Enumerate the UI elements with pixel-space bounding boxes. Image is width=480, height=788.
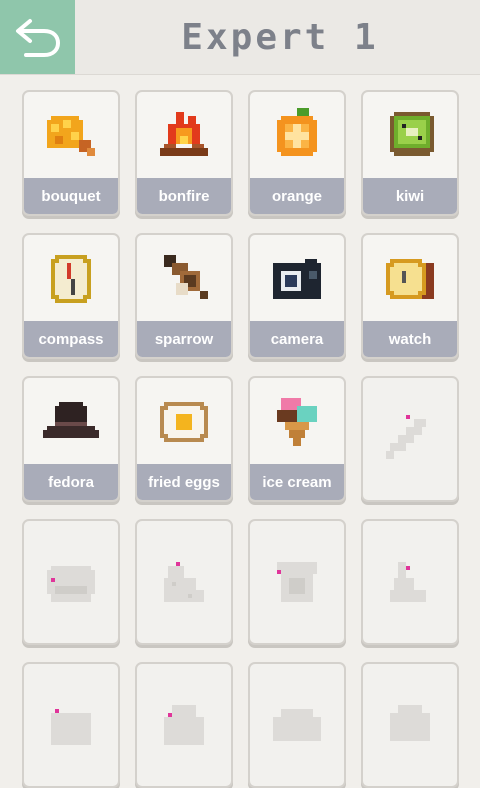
- puzzle-card-locked[interactable]: [361, 519, 459, 645]
- locked-item-icon: [363, 664, 457, 786]
- locked-item-icon: [250, 664, 344, 786]
- puzzle-card-orange[interactable]: orange: [248, 90, 346, 216]
- fried-eggs-icon: [137, 378, 231, 466]
- puzzle-card-ice-cream[interactable]: ice cream: [248, 376, 346, 502]
- sparrow-icon: [137, 235, 231, 323]
- puzzle-label: camera: [250, 321, 344, 357]
- locked-item-icon: [24, 664, 118, 786]
- puzzle-label: sparrow: [137, 321, 231, 357]
- puzzle-card-compass[interactable]: compass: [22, 233, 120, 359]
- puzzle-label: fried eggs: [137, 464, 231, 500]
- puzzle-label: watch: [363, 321, 457, 357]
- puzzle-label: bonfire: [137, 178, 231, 214]
- level-title: Expert 1: [181, 16, 379, 58]
- puzzle-card-locked[interactable]: [248, 662, 346, 788]
- watch-icon: [363, 235, 457, 323]
- puzzle-card-fedora[interactable]: fedora: [22, 376, 120, 502]
- puzzle-label: bouquet: [24, 178, 118, 214]
- locked-rabbit-icon: [363, 521, 457, 643]
- locked-feather-icon: [363, 378, 457, 500]
- puzzle-card-locked[interactable]: [361, 376, 459, 502]
- puzzle-card-locked[interactable]: [361, 662, 459, 788]
- puzzle-card-locked[interactable]: [135, 662, 233, 788]
- back-button[interactable]: [0, 0, 75, 74]
- back-arrow-icon: [15, 19, 60, 57]
- puzzle-card-sparrow[interactable]: sparrow: [135, 233, 233, 359]
- puzzle-card-locked[interactable]: [135, 519, 233, 645]
- locked-bread-icon: [24, 521, 118, 643]
- header-bar: Expert 1: [0, 0, 480, 75]
- orange-icon: [250, 92, 344, 180]
- puzzle-label: fedora: [24, 464, 118, 500]
- compass-icon: [24, 235, 118, 323]
- puzzle-card-watch[interactable]: watch: [361, 233, 459, 359]
- puzzle-card-kiwi[interactable]: kiwi: [361, 90, 459, 216]
- kiwi-icon: [363, 92, 457, 180]
- puzzle-card-bonfire[interactable]: bonfire: [135, 90, 233, 216]
- bonfire-icon: [137, 92, 231, 180]
- fedora-icon: [24, 378, 118, 466]
- puzzle-label: ice cream: [250, 464, 344, 500]
- puzzle-card-fried-eggs[interactable]: fried eggs: [135, 376, 233, 502]
- puzzle-card-bouquet[interactable]: bouquet: [22, 90, 120, 216]
- puzzle-card-locked[interactable]: [22, 662, 120, 788]
- puzzle-label: orange: [250, 178, 344, 214]
- puzzle-label: kiwi: [363, 178, 457, 214]
- puzzle-label: compass: [24, 321, 118, 357]
- bouquet-icon: [24, 92, 118, 180]
- puzzle-card-locked[interactable]: [22, 519, 120, 645]
- locked-phone-icon: [250, 521, 344, 643]
- puzzle-card-locked[interactable]: [248, 519, 346, 645]
- locked-cheese-icon: [137, 521, 231, 643]
- locked-item-icon: [137, 664, 231, 786]
- ice-cream-icon: [250, 378, 344, 466]
- puzzle-card-camera[interactable]: camera: [248, 233, 346, 359]
- camera-icon: [250, 235, 344, 323]
